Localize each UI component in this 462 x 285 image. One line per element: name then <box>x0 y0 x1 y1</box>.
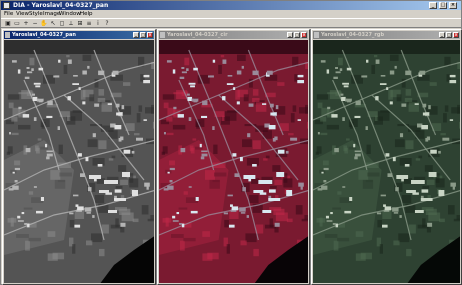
open-icon[interactable]: ▣ <box>4 20 12 27</box>
zoom-in-icon[interactable]: + <box>22 20 30 27</box>
menu-help[interactable]: Help <box>80 10 93 18</box>
panel-pan[interactable]: Yaroslavl_04-0327_pan _ □ × <box>2 29 156 285</box>
toolbar: ▣ ▭ + − ✋ ↖ ◻ ⟂ ⊞ ≡ i ? <box>1 18 461 28</box>
hand-icon[interactable]: ✋ <box>40 20 48 27</box>
menu-bar: File View Style Image Window Help <box>1 10 461 18</box>
satellite-image-rgb <box>313 40 460 283</box>
panel-cir-minimize-button[interactable]: _ <box>287 32 293 38</box>
panel-cir-maximize-button[interactable]: □ <box>294 32 300 38</box>
menu-window[interactable]: Window <box>59 10 81 18</box>
panel-pan-maximize-button[interactable]: □ <box>140 32 146 38</box>
panel-pan-minimize-button[interactable]: _ <box>133 32 139 38</box>
close-button[interactable]: × <box>449 2 457 9</box>
window-title: DIA - Yaroslavl_04-0327_pan <box>13 2 109 9</box>
roi-icon[interactable]: ◻ <box>58 20 66 27</box>
image-window-icon <box>160 32 165 38</box>
info-icon[interactable]: i <box>94 20 102 27</box>
help-icon[interactable]: ? <box>103 20 111 27</box>
menu-file[interactable]: File <box>4 10 13 18</box>
panel-cir[interactable]: Yaroslavl_04-0327_cir _ □ × <box>157 29 310 285</box>
app-icon <box>3 2 10 9</box>
menu-view[interactable]: View <box>16 10 29 18</box>
layers-icon[interactable]: ≡ <box>85 20 93 27</box>
panel-rgb-maximize-button[interactable]: □ <box>446 32 452 38</box>
minimize-button[interactable]: _ <box>429 2 437 9</box>
menu-style[interactable]: Style <box>29 10 43 18</box>
panel-cir-title: Yaroslavl_04-0327_cir <box>167 32 228 38</box>
image-view-rgb[interactable] <box>313 40 460 283</box>
image-view-pan[interactable] <box>4 40 154 283</box>
panel-rgb-titlebar[interactable]: Yaroslavl_04-0327_rgb _ □ × <box>313 31 460 39</box>
panel-rgb[interactable]: Yaroslavl_04-0327_rgb _ □ × <box>311 29 462 285</box>
image-window-icon <box>314 32 319 38</box>
title-bar: DIA - Yaroslavl_04-0327_pan _ □ × <box>1 1 461 10</box>
panel-pan-close-button[interactable]: × <box>147 32 153 38</box>
select-icon[interactable]: ↖ <box>49 20 57 27</box>
satellite-image-cir <box>159 40 308 283</box>
panel-pan-title: Yaroslavl_04-0327_pan <box>12 32 76 38</box>
panel-cir-titlebar[interactable]: Yaroslavl_04-0327_cir _ □ × <box>159 31 308 39</box>
app-window: DIA - Yaroslavl_04-0327_pan _ □ × File V… <box>0 0 462 285</box>
zoom-out-icon[interactable]: − <box>31 20 39 27</box>
grid-icon[interactable]: ⊞ <box>76 20 84 27</box>
panel-rgb-minimize-button[interactable]: _ <box>439 32 445 38</box>
maximize-button[interactable]: □ <box>439 2 447 9</box>
menu-image[interactable]: Image <box>43 10 60 18</box>
satellite-image-pan <box>4 40 154 283</box>
panel-cir-close-button[interactable]: × <box>301 32 307 38</box>
panel-rgb-title: Yaroslavl_04-0327_rgb <box>321 32 385 38</box>
image-view-cir[interactable] <box>159 40 308 283</box>
save-icon[interactable]: ▭ <box>13 20 21 27</box>
panel-rgb-close-button[interactable]: × <box>453 32 459 38</box>
image-window-icon <box>5 32 10 38</box>
workspace: Yaroslavl_04-0327_pan _ □ × Yaroslavl_04… <box>2 29 462 285</box>
measure-icon[interactable]: ⟂ <box>67 20 75 27</box>
panel-pan-titlebar[interactable]: Yaroslavl_04-0327_pan _ □ × <box>4 31 154 39</box>
